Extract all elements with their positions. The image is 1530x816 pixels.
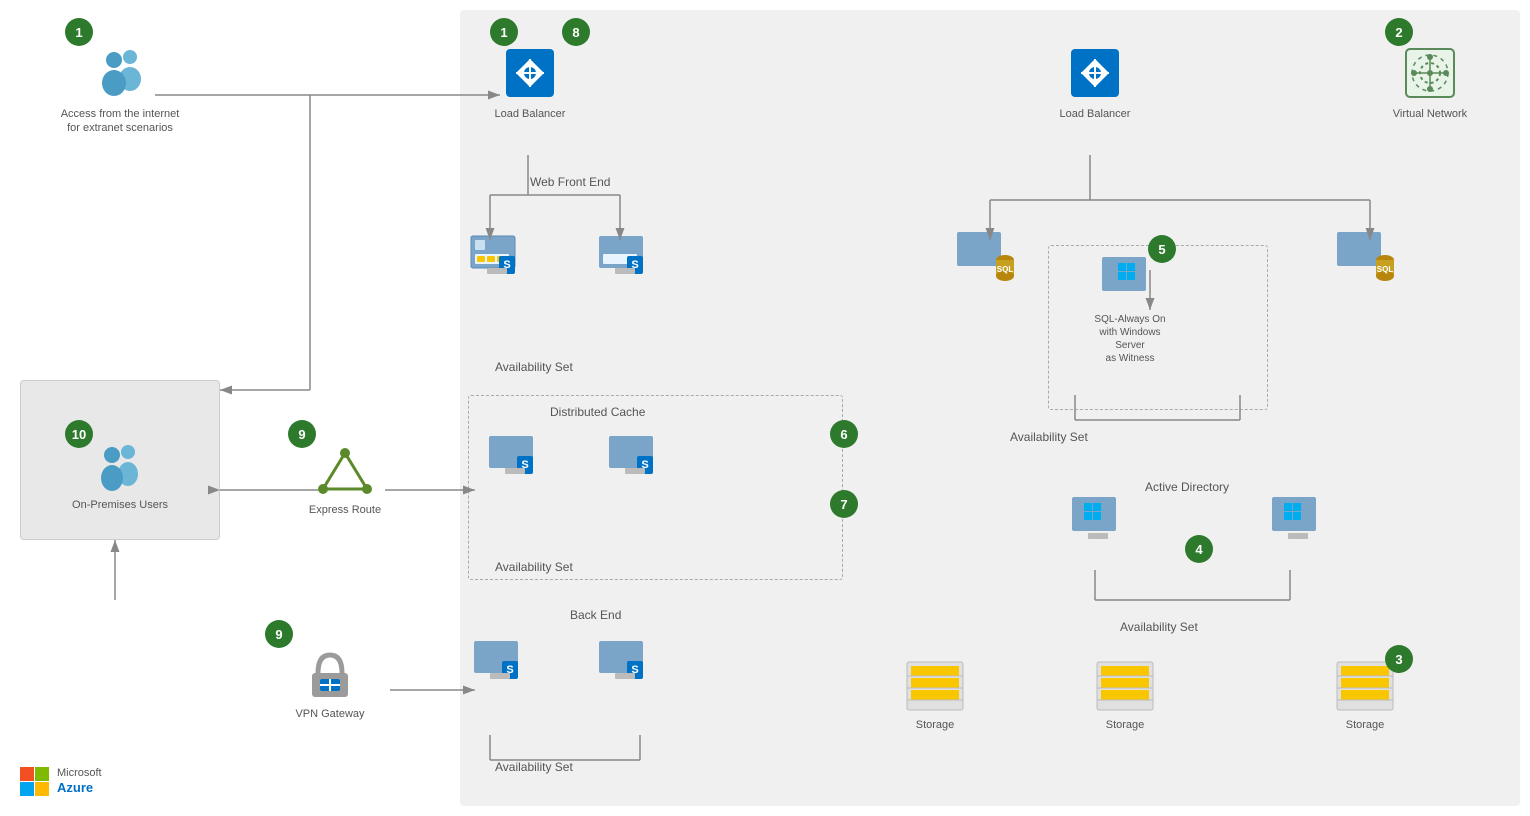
avail-set-cache: Availability Set [495, 560, 573, 574]
onprem-users-label: On-Premises Users [72, 498, 168, 512]
onprem-users-svg [92, 440, 148, 492]
express-route-icon: Express Route [295, 445, 395, 517]
load-balancer-icon-1 [502, 45, 558, 101]
dist-cache-label: Distributed Cache [550, 405, 645, 419]
azure-sq-blue [20, 782, 34, 796]
vpn-gateway-icon: ↕ VPN Gateway [275, 645, 385, 721]
vm-icon-1: S [469, 230, 525, 278]
storage-icon-1 [905, 660, 965, 712]
badge-3: 3 [1385, 645, 1413, 673]
load-balancer-1-label: Load Balancer [495, 107, 566, 121]
load-balancer-2-icon: Load Balancer [1055, 45, 1135, 121]
storage-1-label: Storage [916, 718, 955, 732]
web-front-end-label: Web Front End [530, 175, 610, 189]
azure-logo: Microsoft Azure [20, 767, 102, 796]
storage-icon-3 [1335, 660, 1395, 712]
storage-2-label: Storage [1106, 718, 1145, 732]
vm-icon-2: S [597, 230, 653, 278]
azure-sq-yellow [35, 782, 49, 796]
vm-ad-2 [1265, 495, 1335, 543]
badge-10: 10 [65, 420, 93, 448]
vm-cache-1: S [480, 430, 550, 478]
vm-sql-1: SQL [945, 230, 1025, 288]
vm-sql-icon-1: SQL [955, 230, 1015, 282]
avail-set-ad: Availability Set [1120, 620, 1198, 634]
vm-cache-icon-1: S [487, 430, 543, 478]
azure-squares [20, 767, 49, 796]
virtual-network-label: Virtual Network [1393, 107, 1467, 121]
vm-ad-icon-2 [1270, 495, 1330, 543]
virtual-network-icon: Virtual Network [1380, 45, 1480, 121]
badge-2: 2 [1385, 18, 1413, 46]
badge-5: 5 [1148, 235, 1176, 263]
vnet-icon [1402, 45, 1458, 101]
express-route-svg [315, 445, 375, 497]
vm-webfe-2: S [590, 230, 660, 284]
vpn-gateway-svg: ↕ [300, 645, 360, 701]
badge-4: 4 [1185, 535, 1213, 563]
people-icon [92, 45, 148, 101]
vm-backend-icon-1: S [472, 635, 528, 683]
badge-1: 1 [490, 18, 518, 46]
onprem-users-icon: On-Premises Users [65, 440, 175, 512]
storage-3-label: Storage [1346, 718, 1385, 732]
express-route-label: Express Route [309, 503, 381, 517]
avail-set-webfe: Availability Set [495, 360, 573, 374]
svg-text:SQL: SQL [1377, 265, 1394, 274]
diagram: 1 1 8 2 5 6 7 4 3 9 10 9 [0, 0, 1530, 816]
avail-set-sql: Availability Set [1010, 430, 1088, 444]
vm-cache-2: S [600, 430, 670, 478]
active-dir-label: Active Directory [1145, 480, 1229, 494]
badge-11: 1 [65, 18, 93, 46]
vm-sql-2: SQL [1325, 230, 1405, 288]
load-balancer-2-label: Load Balancer [1060, 107, 1131, 121]
azure-sq-green [35, 767, 49, 781]
access-internet-label: Access from the internet for extranet sc… [60, 107, 180, 136]
badge-6: 6 [830, 420, 858, 448]
badge-9b: 9 [265, 620, 293, 648]
vm-webfe-1: S [462, 230, 532, 284]
vm-sql-alwayson-icon [1100, 255, 1160, 307]
vm-cache-icon-2: S [607, 430, 663, 478]
badge-7: 7 [830, 490, 858, 518]
azure-sq-red [20, 767, 34, 781]
back-end-label: Back End [570, 608, 621, 622]
access-internet-icon: Access from the internet for extranet sc… [55, 45, 185, 136]
svg-text:↕: ↕ [328, 681, 333, 692]
azure-label: Azure [57, 780, 102, 796]
vm-ad-1 [1060, 495, 1140, 543]
vm-ad-icon-1 [1070, 495, 1130, 543]
load-balancer-1-icon: Load Balancer [490, 45, 570, 121]
avail-set-backend: Availability Set [495, 760, 573, 774]
sql-alwayson-label: SQL-Always Onwith Windows Serveras Witne… [1090, 313, 1170, 365]
vm-sql-icon-2: SQL [1335, 230, 1395, 282]
storage-icon-2 [1095, 660, 1155, 712]
badge-8: 8 [562, 18, 590, 46]
vm-backend-2: S [590, 635, 660, 683]
load-balancer-icon-2 [1067, 45, 1123, 101]
vm-backend-1: S [465, 635, 535, 683]
distributed-cache-box [468, 395, 843, 580]
storage-2-icon: Storage [1085, 660, 1165, 732]
vpn-gateway-label: VPN Gateway [295, 707, 364, 721]
microsoft-label: Microsoft [57, 767, 102, 780]
storage-1-icon: Storage [895, 660, 975, 732]
vm-backend-icon-2: S [597, 635, 653, 683]
azure-text: Microsoft Azure [57, 767, 102, 796]
vm-sql-alwayson: SQL-Always Onwith Windows Serveras Witne… [1090, 255, 1170, 365]
svg-text:SQL: SQL [997, 265, 1014, 274]
badge-9a: 9 [288, 420, 316, 448]
